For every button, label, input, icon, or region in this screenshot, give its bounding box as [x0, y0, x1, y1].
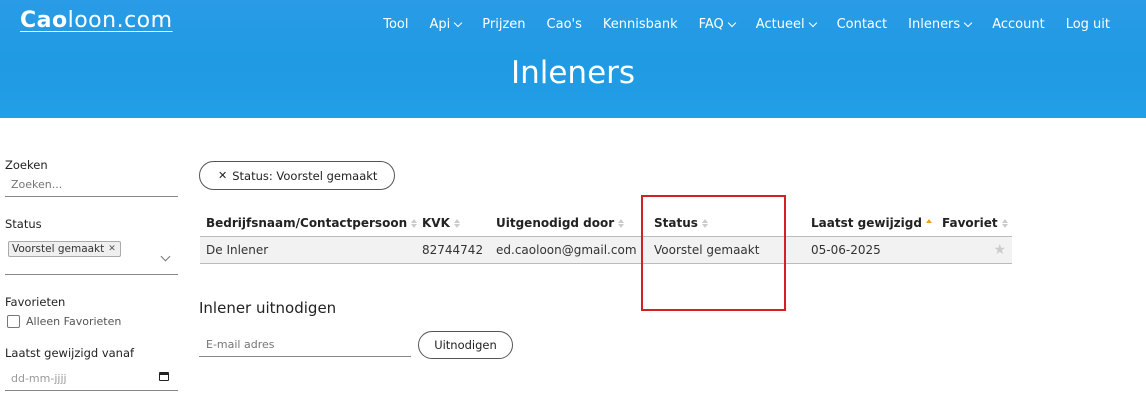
active-filter-pill[interactable]: ✕ Status: Voorstel gemaakt — [199, 161, 396, 190]
sort-icon — [1001, 218, 1008, 228]
invite-button[interactable]: Uitnodigen — [418, 331, 513, 359]
nav-caos[interactable]: Cao's — [547, 17, 582, 32]
nav-faq[interactable]: FAQ — [699, 17, 737, 32]
nav-contact[interactable]: Contact — [837, 17, 888, 32]
nav-logout[interactable]: Log uit — [1066, 17, 1110, 32]
filter-sidebar: Zoeken Status Voorstel gemaakt ✕ Favorie… — [5, 158, 179, 391]
favorites-only-label: Alleen Favorieten — [26, 315, 122, 328]
col-header-uitgenodigd[interactable]: Uitgenodigd door — [490, 216, 648, 230]
table-header: Bedrijfsnaam/Contactpersoon KVK Uitgenod… — [200, 210, 1012, 237]
cell-bedrijfsnaam: De Inlener — [206, 243, 269, 257]
nav-inleners[interactable]: Inleners — [908, 17, 973, 32]
invite-title: Inlener uitnodigen — [199, 299, 337, 317]
nav-actueel[interactable]: Actueel — [756, 17, 817, 32]
close-icon[interactable]: ✕ — [218, 169, 227, 182]
inleners-table: Bedrijfsnaam/Contactpersoon KVK Uitgenod… — [200, 210, 1012, 264]
date-placeholder: dd-mm-jjjj — [11, 372, 67, 385]
main-nav: Tool Api Prijzen Cao's Kennisbank FAQ Ac… — [362, 17, 1110, 32]
site-header: Caoloon.com Tool Api Prijzen Cao's Kenni… — [0, 0, 1146, 118]
status-label: Status — [5, 217, 42, 231]
nav-kennisbank[interactable]: Kennisbank — [603, 17, 678, 32]
cell-favoriet: ★ — [936, 242, 1012, 258]
chevron-down-icon — [727, 18, 737, 27]
chevron-down-icon — [963, 18, 973, 27]
col-header-bedrijfsnaam[interactable]: Bedrijfsnaam/Contactpersoon — [200, 216, 418, 230]
chevron-down-icon — [808, 18, 817, 27]
favorites-only-checkbox[interactable] — [7, 315, 20, 328]
chevron-down-icon[interactable] — [160, 251, 171, 262]
status-chip: Voorstel gemaakt ✕ — [8, 241, 121, 257]
calendar-icon[interactable] — [159, 372, 169, 381]
favorites-label: Favorieten — [5, 295, 66, 309]
nav-api[interactable]: Api — [430, 17, 463, 32]
chevron-down-icon — [454, 18, 463, 27]
page-title: Inleners — [510, 55, 636, 91]
status-select[interactable]: Voorstel gemaakt ✕ — [5, 237, 178, 275]
cell-kvk: 82744742 — [422, 243, 484, 257]
col-header-laatst-gewijzigd[interactable]: Laatst gewijzigd — [805, 216, 936, 230]
favorites-only-row[interactable]: Alleen Favorieten — [5, 315, 179, 328]
table-row[interactable]: De Inlener 82744742 ed.caoloon@gmail.com… — [200, 237, 1012, 264]
search-input[interactable] — [5, 172, 178, 197]
remove-chip-icon[interactable]: ✕ — [108, 244, 116, 254]
cell-uitgenodigd: ed.caoloon@gmail.com — [496, 243, 637, 257]
col-header-kvk[interactable]: KVK — [416, 216, 490, 230]
nav-prijzen[interactable]: Prijzen — [482, 17, 525, 32]
status-column-highlight — [641, 195, 786, 311]
sort-icon — [618, 218, 625, 228]
site-logo[interactable]: Caoloon.com — [20, 8, 173, 33]
search-label: Zoeken — [5, 158, 48, 172]
nav-account[interactable]: Account — [992, 17, 1045, 32]
date-label: Laatst gewijzigd vanaf — [5, 346, 135, 360]
cell-laatst-gewijzigd: 05-06-2025 — [811, 243, 881, 257]
sort-asc-icon — [925, 218, 932, 228]
date-from-input[interactable]: dd-mm-jjjj — [5, 364, 178, 391]
invite-email-input[interactable] — [199, 333, 411, 357]
star-icon[interactable]: ★ — [993, 242, 1006, 258]
sort-icon — [453, 218, 460, 228]
col-header-favoriet[interactable]: Favoriet — [936, 216, 1012, 230]
nav-tool[interactable]: Tool — [383, 17, 408, 32]
